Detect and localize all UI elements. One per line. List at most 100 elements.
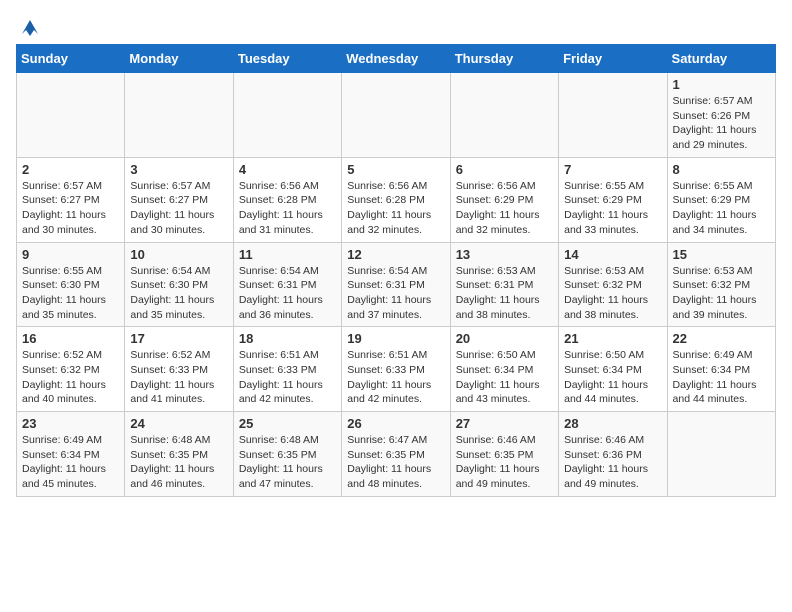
- logo: [16, 16, 42, 36]
- calendar-cell: 4 Sunrise: 6:56 AM Sunset: 6:28 PM Daylig…: [233, 157, 341, 242]
- calendar-cell: 28 Sunrise: 6:46 AM Sunset: 6:36 PM Dayli…: [559, 412, 667, 497]
- day-info: Sunrise: 6:49 AM Sunset: 6:34 PM Dayligh…: [673, 348, 770, 407]
- calendar-cell: 12 Sunrise: 6:54 AM Sunset: 6:31 PM Dayli…: [342, 242, 450, 327]
- day-info: Sunrise: 6:53 AM Sunset: 6:32 PM Dayligh…: [564, 264, 661, 323]
- day-info: Sunrise: 6:57 AM Sunset: 6:27 PM Dayligh…: [22, 179, 119, 238]
- calendar-cell: 20Sunrise: 6:50 AM Sunset: 6:34 PM Dayli…: [450, 327, 558, 412]
- day-number: 2: [22, 162, 119, 177]
- weekday-header-tuesday: Tuesday: [233, 45, 341, 73]
- day-number: 13: [456, 247, 553, 262]
- calendar-cell: [125, 73, 233, 158]
- day-info: Sunrise: 6:56 AM Sunset: 6:28 PM Dayligh…: [239, 179, 336, 238]
- weekday-header-monday: Monday: [125, 45, 233, 73]
- calendar-cell: 16Sunrise: 6:52 AM Sunset: 6:32 PM Dayli…: [17, 327, 125, 412]
- day-info: Sunrise: 6:51 AM Sunset: 6:33 PM Dayligh…: [239, 348, 336, 407]
- calendar-table: SundayMondayTuesdayWednesdayThursdayFrid…: [16, 44, 776, 497]
- day-info: Sunrise: 6:53 AM Sunset: 6:31 PM Dayligh…: [456, 264, 553, 323]
- calendar-cell: 11 Sunrise: 6:54 AM Sunset: 6:31 PM Dayli…: [233, 242, 341, 327]
- weekday-header-sunday: Sunday: [17, 45, 125, 73]
- day-number: 12: [347, 247, 444, 262]
- day-info: Sunrise: 6:46 AM Sunset: 6:35 PM Dayligh…: [456, 433, 553, 492]
- day-number: 7: [564, 162, 661, 177]
- day-number: 20: [456, 331, 553, 346]
- day-number: 14: [564, 247, 661, 262]
- calendar-cell: [559, 73, 667, 158]
- calendar-cell: 1 Sunrise: 6:57 AM Sunset: 6:26 PM Daylig…: [667, 73, 775, 158]
- calendar-cell: [342, 73, 450, 158]
- day-number: 17: [130, 331, 227, 346]
- calendar-week-1: 1 Sunrise: 6:57 AM Sunset: 6:26 PM Daylig…: [17, 73, 776, 158]
- day-info: Sunrise: 6:51 AM Sunset: 6:33 PM Dayligh…: [347, 348, 444, 407]
- day-number: 11: [239, 247, 336, 262]
- calendar-cell: 22 Sunrise: 6:49 AM Sunset: 6:34 PM Dayli…: [667, 327, 775, 412]
- calendar-cell: 23 Sunrise: 6:49 AM Sunset: 6:34 PM Dayli…: [17, 412, 125, 497]
- calendar-cell: 10 Sunrise: 6:54 AM Sunset: 6:30 PM Dayli…: [125, 242, 233, 327]
- logo-icon: [18, 16, 42, 40]
- calendar-cell: [17, 73, 125, 158]
- calendar-cell: 5Sunrise: 6:56 AM Sunset: 6:28 PM Daylig…: [342, 157, 450, 242]
- day-info: Sunrise: 6:55 AM Sunset: 6:29 PM Dayligh…: [673, 179, 770, 238]
- day-number: 16: [22, 331, 119, 346]
- calendar-cell: 21 Sunrise: 6:50 AM Sunset: 6:34 PM Dayli…: [559, 327, 667, 412]
- day-number: 26: [347, 416, 444, 431]
- day-number: 8: [673, 162, 770, 177]
- day-info: Sunrise: 6:55 AM Sunset: 6:29 PM Dayligh…: [564, 179, 661, 238]
- calendar-cell: 6Sunrise: 6:56 AM Sunset: 6:29 PM Daylig…: [450, 157, 558, 242]
- day-info: Sunrise: 6:57 AM Sunset: 6:27 PM Dayligh…: [130, 179, 227, 238]
- day-info: Sunrise: 6:55 AM Sunset: 6:30 PM Dayligh…: [22, 264, 119, 323]
- weekday-header-thursday: Thursday: [450, 45, 558, 73]
- calendar-cell: [667, 412, 775, 497]
- calendar-cell: [233, 73, 341, 158]
- calendar-week-4: 16Sunrise: 6:52 AM Sunset: 6:32 PM Dayli…: [17, 327, 776, 412]
- day-info: Sunrise: 6:54 AM Sunset: 6:31 PM Dayligh…: [347, 264, 444, 323]
- day-info: Sunrise: 6:47 AM Sunset: 6:35 PM Dayligh…: [347, 433, 444, 492]
- calendar-week-2: 2 Sunrise: 6:57 AM Sunset: 6:27 PM Daylig…: [17, 157, 776, 242]
- day-info: Sunrise: 6:49 AM Sunset: 6:34 PM Dayligh…: [22, 433, 119, 492]
- day-info: Sunrise: 6:54 AM Sunset: 6:31 PM Dayligh…: [239, 264, 336, 323]
- day-info: Sunrise: 6:48 AM Sunset: 6:35 PM Dayligh…: [130, 433, 227, 492]
- calendar-cell: [450, 73, 558, 158]
- day-number: 1: [673, 77, 770, 92]
- day-info: Sunrise: 6:54 AM Sunset: 6:30 PM Dayligh…: [130, 264, 227, 323]
- weekday-header-row: SundayMondayTuesdayWednesdayThursdayFrid…: [17, 45, 776, 73]
- calendar-cell: 14 Sunrise: 6:53 AM Sunset: 6:32 PM Dayli…: [559, 242, 667, 327]
- calendar-cell: 13 Sunrise: 6:53 AM Sunset: 6:31 PM Dayli…: [450, 242, 558, 327]
- calendar-cell: 18Sunrise: 6:51 AM Sunset: 6:33 PM Dayli…: [233, 327, 341, 412]
- day-number: 28: [564, 416, 661, 431]
- day-number: 22: [673, 331, 770, 346]
- calendar-cell: 25Sunrise: 6:48 AM Sunset: 6:35 PM Dayli…: [233, 412, 341, 497]
- calendar-cell: 26 Sunrise: 6:47 AM Sunset: 6:35 PM Dayli…: [342, 412, 450, 497]
- weekday-header-saturday: Saturday: [667, 45, 775, 73]
- day-number: 5: [347, 162, 444, 177]
- page-header: [16, 16, 776, 36]
- calendar-cell: 7 Sunrise: 6:55 AM Sunset: 6:29 PM Daylig…: [559, 157, 667, 242]
- calendar-week-3: 9Sunrise: 6:55 AM Sunset: 6:30 PM Daylig…: [17, 242, 776, 327]
- calendar-week-5: 23 Sunrise: 6:49 AM Sunset: 6:34 PM Dayli…: [17, 412, 776, 497]
- calendar-cell: 9Sunrise: 6:55 AM Sunset: 6:30 PM Daylig…: [17, 242, 125, 327]
- day-info: Sunrise: 6:46 AM Sunset: 6:36 PM Dayligh…: [564, 433, 661, 492]
- calendar-cell: 27 Sunrise: 6:46 AM Sunset: 6:35 PM Dayli…: [450, 412, 558, 497]
- day-number: 3: [130, 162, 227, 177]
- day-info: Sunrise: 6:52 AM Sunset: 6:33 PM Dayligh…: [130, 348, 227, 407]
- day-number: 4: [239, 162, 336, 177]
- day-number: 15: [673, 247, 770, 262]
- weekday-header-wednesday: Wednesday: [342, 45, 450, 73]
- day-info: Sunrise: 6:53 AM Sunset: 6:32 PM Dayligh…: [673, 264, 770, 323]
- calendar-cell: 24 Sunrise: 6:48 AM Sunset: 6:35 PM Dayli…: [125, 412, 233, 497]
- day-number: 21: [564, 331, 661, 346]
- day-info: Sunrise: 6:48 AM Sunset: 6:35 PM Dayligh…: [239, 433, 336, 492]
- day-info: Sunrise: 6:50 AM Sunset: 6:34 PM Dayligh…: [564, 348, 661, 407]
- day-number: 10: [130, 247, 227, 262]
- calendar-cell: 17 Sunrise: 6:52 AM Sunset: 6:33 PM Dayli…: [125, 327, 233, 412]
- calendar-cell: 19 Sunrise: 6:51 AM Sunset: 6:33 PM Dayli…: [342, 327, 450, 412]
- calendar-cell: 15 Sunrise: 6:53 AM Sunset: 6:32 PM Dayli…: [667, 242, 775, 327]
- day-number: 27: [456, 416, 553, 431]
- day-number: 24: [130, 416, 227, 431]
- day-number: 19: [347, 331, 444, 346]
- calendar-cell: 2 Sunrise: 6:57 AM Sunset: 6:27 PM Daylig…: [17, 157, 125, 242]
- weekday-header-friday: Friday: [559, 45, 667, 73]
- day-number: 23: [22, 416, 119, 431]
- calendar-cell: 8 Sunrise: 6:55 AM Sunset: 6:29 PM Daylig…: [667, 157, 775, 242]
- day-info: Sunrise: 6:56 AM Sunset: 6:29 PM Dayligh…: [456, 179, 553, 238]
- day-info: Sunrise: 6:57 AM Sunset: 6:26 PM Dayligh…: [673, 94, 770, 153]
